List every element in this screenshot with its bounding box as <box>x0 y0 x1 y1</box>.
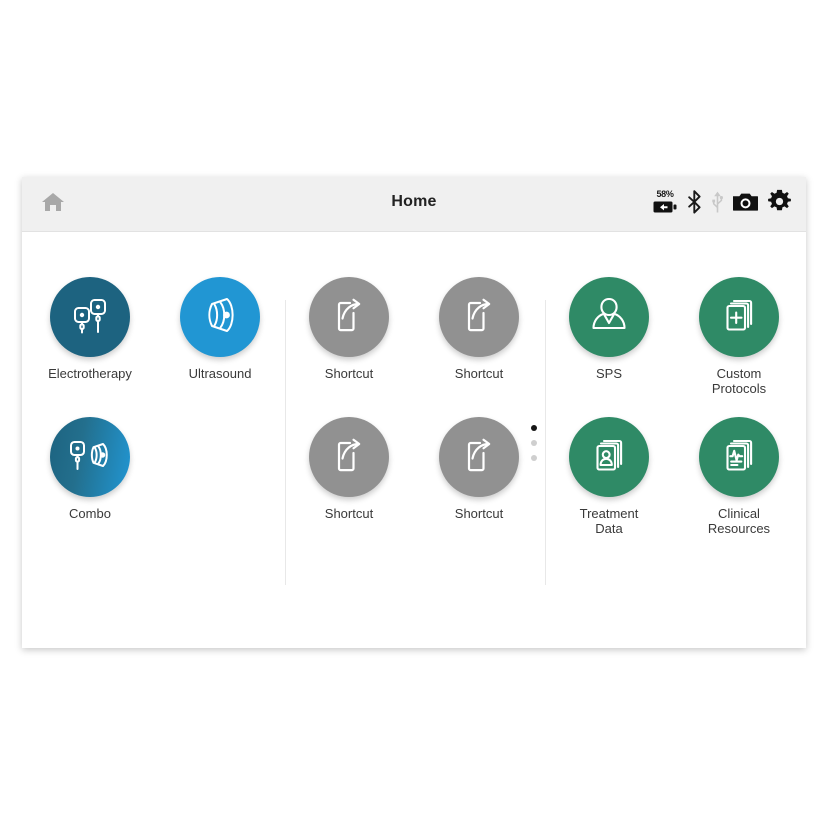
clinical-resources-circle <box>699 417 779 497</box>
tile-clinical-resources[interactable]: Clinical Resources <box>683 417 795 536</box>
documents-plus-icon <box>716 292 762 343</box>
tile-shortcut-4[interactable]: Shortcut <box>423 417 535 521</box>
tile-sps[interactable]: SPS <box>553 277 665 381</box>
shortcut-circle <box>309 417 389 497</box>
ultrasound-transducer-icon <box>196 291 244 344</box>
gear-icon <box>767 189 792 219</box>
status-tray: 58% <box>652 187 792 221</box>
tile-shortcut-1[interactable]: Shortcut <box>293 277 405 381</box>
tile-electrotherapy[interactable]: Electrotherapy <box>34 277 146 381</box>
tile-label: Electrotherapy <box>48 366 132 381</box>
battery-percent-label: 58% <box>656 189 674 199</box>
tile-label: Custom Protocols <box>711 366 767 396</box>
camera-icon <box>732 192 759 217</box>
usb-icon <box>711 190 724 219</box>
page-indicator[interactable] <box>531 425 537 461</box>
content-area: Electrotherapy Ultrasound Combo Shortcut… <box>22 232 806 648</box>
tile-shortcut-3[interactable]: Shortcut <box>293 417 405 521</box>
settings-button[interactable] <box>767 189 792 219</box>
shortcut-arrow-icon <box>326 292 372 343</box>
page-dot-2[interactable] <box>531 440 537 446</box>
tile-label: SPS <box>595 366 622 381</box>
header-bar: Home 58% <box>22 177 806 232</box>
shortcut-circle <box>439 277 519 357</box>
tile-shortcut-2[interactable]: Shortcut <box>423 277 535 381</box>
tile-label: Ultrasound <box>188 366 252 381</box>
column-divider-left <box>285 300 286 585</box>
tile-label: Combo <box>69 506 111 521</box>
combo-circle <box>50 417 130 497</box>
shortcut-arrow-icon <box>326 432 372 483</box>
custom-protocols-circle <box>699 277 779 357</box>
tile-label: Shortcut <box>324 366 374 381</box>
tile-combo[interactable]: Combo <box>34 417 146 521</box>
battery-status: 58% <box>652 189 678 219</box>
electrode-pads-icon <box>66 291 114 344</box>
page-dot-1[interactable] <box>531 425 537 431</box>
application-window: Home 58% Electrotherapy Ultrasound Combo… <box>22 177 806 648</box>
bluetooth-button[interactable] <box>687 189 702 219</box>
person-icon <box>586 292 632 343</box>
shortcut-arrow-icon <box>456 432 502 483</box>
bluetooth-icon <box>687 189 702 219</box>
battery-charging-icon <box>653 200 677 219</box>
ultrasound-circle <box>180 277 260 357</box>
column-divider-right <box>545 300 546 585</box>
tile-label: Shortcut <box>454 366 504 381</box>
tile-custom-protocols[interactable]: Custom Protocols <box>683 277 795 396</box>
electrotherapy-circle <box>50 277 130 357</box>
sps-circle <box>569 277 649 357</box>
shortcut-circle <box>439 417 519 497</box>
tile-label: Clinical Resources <box>707 506 771 536</box>
tile-ultrasound[interactable]: Ultrasound <box>164 277 276 381</box>
tile-treatment-data[interactable]: Treatment Data <box>553 417 665 536</box>
camera-button[interactable] <box>732 192 759 217</box>
documents-ecg-icon <box>716 432 762 483</box>
combo-electrode-ultrasound-icon <box>65 431 115 484</box>
tile-label: Shortcut <box>324 506 374 521</box>
documents-person-icon <box>586 432 632 483</box>
shortcut-arrow-icon <box>456 292 502 343</box>
usb-button[interactable] <box>711 190 724 219</box>
tile-label: Treatment Data <box>579 506 639 536</box>
shortcut-circle <box>309 277 389 357</box>
treatment-data-circle <box>569 417 649 497</box>
tile-label: Shortcut <box>454 506 504 521</box>
page-dot-3[interactable] <box>531 455 537 461</box>
